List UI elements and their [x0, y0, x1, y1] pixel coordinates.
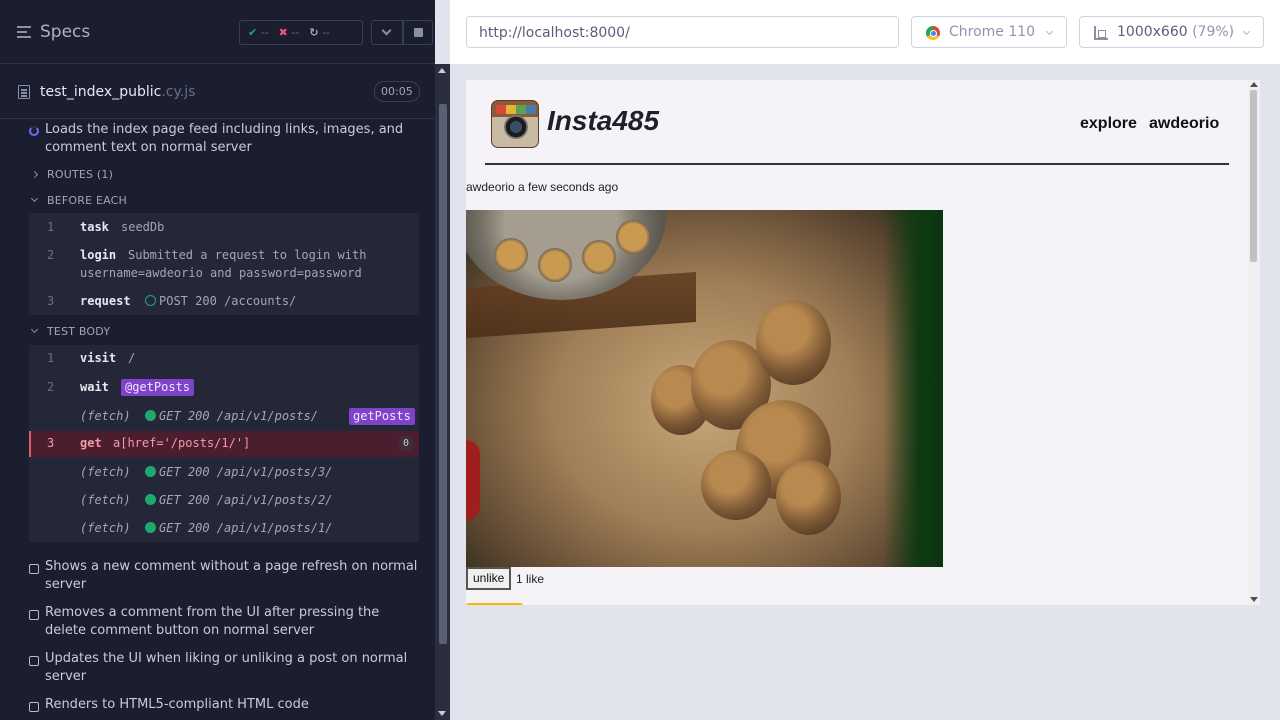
command-get-active[interactable]: 3 get a[href='/posts/1/'] 0 [29, 431, 419, 457]
chevron-down-icon [381, 25, 392, 36]
success-dot-icon [145, 466, 156, 477]
pending-test-title[interactable]: Renders to HTML5-compliant HTML code [45, 696, 420, 714]
like-count: 1 like [516, 572, 545, 586]
chevron-down-icon [1242, 27, 1251, 36]
nav-user-link[interactable]: awdeorio [1149, 115, 1219, 133]
refresh-icon: ↻ [309, 26, 319, 39]
post-meta: awdeorio a few seconds ago [466, 180, 618, 194]
reporter-header: Specs ✔ -- ✖ -- ↻ -- [0, 0, 435, 64]
success-dot-icon [145, 494, 156, 505]
pending-test-icon [29, 656, 39, 666]
pending-test-icon [29, 702, 39, 712]
running-test-title[interactable]: Loads the index page feed including link… [45, 121, 420, 157]
post-owner-link[interactable]: awdeorio [466, 180, 515, 194]
chevron-down-icon [1045, 27, 1054, 36]
app-title[interactable]: Insta485 [547, 105, 659, 137]
failed-stat: ✖ -- [278, 26, 300, 39]
stop-icon [414, 28, 423, 37]
pending-request-icon [145, 295, 156, 306]
stats-bar: ✔ -- ✖ -- ↻ -- [239, 20, 363, 45]
scroll-up-arrow-icon[interactable] [1250, 82, 1258, 87]
alias-badge: getPosts [349, 408, 415, 425]
test-body-toggle[interactable]: TEST BODY [47, 325, 110, 338]
duration-badge: 00:05 [374, 81, 420, 102]
command-wait[interactable]: 2 wait @getPosts [29, 378, 419, 398]
element-count-badge: 0 [398, 436, 413, 451]
stop-button[interactable] [403, 20, 433, 45]
pending-stat: ↻ -- [309, 26, 331, 39]
x-icon: ✖ [278, 26, 288, 39]
post-image [466, 210, 943, 567]
specs-title[interactable]: Specs [40, 22, 90, 42]
command-fetch[interactable]: (fetch) GET 200 /api/v1/posts/1/ [29, 519, 419, 539]
nav-explore-link[interactable]: explore [1080, 115, 1137, 133]
passed-stat: ✔ -- [248, 26, 269, 39]
unlike-button[interactable]: unlike [466, 567, 512, 590]
scroll-down-arrow-icon[interactable] [438, 711, 446, 716]
command-fetch[interactable]: (fetch) GET 200 /api/v1/posts/3/ [29, 463, 419, 483]
url-bar[interactable]: http://localhost:8000/ [466, 16, 899, 48]
browser-selector[interactable]: Chrome 110 [911, 16, 1067, 48]
test-body-commands: 1 visit / 2 wait @getPosts (fetch) GET 2… [29, 345, 419, 542]
command-fetch-posts[interactable]: (fetch) GET 200 /api/v1/posts/ getPosts [29, 407, 419, 427]
viewport-icon [1094, 26, 1108, 40]
next-element-strip [466, 603, 523, 605]
check-icon: ✔ [248, 26, 258, 39]
chevron-right-icon[interactable] [30, 170, 39, 179]
app-scrollbar[interactable] [1248, 80, 1260, 605]
pending-test-icon [29, 610, 39, 620]
pending-test-title[interactable]: Updates the UI when liking or unliking a… [45, 650, 420, 686]
pending-test-title[interactable]: Shows a new comment without a page refre… [45, 558, 420, 594]
alias-badge: @getPosts [121, 379, 195, 396]
success-dot-icon [145, 522, 156, 533]
camera-logo-icon[interactable] [491, 100, 539, 148]
pending-test-icon [29, 564, 39, 574]
document-icon [18, 85, 30, 99]
app-frame: Insta485 explore awdeorio awdeorio a few… [466, 80, 1260, 605]
chevron-down-icon[interactable] [30, 325, 39, 334]
command-request[interactable]: 3 request POST 200 /accounts/ [29, 292, 419, 312]
spec-file-name: test_index_public.cy.js [40, 84, 196, 100]
success-dot-icon [145, 410, 156, 421]
chrome-icon [926, 26, 940, 40]
header-divider [485, 163, 1229, 165]
running-spinner-icon [29, 126, 39, 136]
command-fetch[interactable]: (fetch) GET 200 /api/v1/posts/2/ [29, 491, 419, 511]
aut-header: http://localhost:8000/ Chrome 110 1000x6… [450, 0, 1280, 64]
before-each-toggle[interactable]: BEFORE EACH [47, 194, 127, 207]
routes-toggle[interactable]: ROUTES (1) [47, 168, 113, 181]
chevron-down-icon[interactable] [30, 194, 39, 203]
command-visit[interactable]: 1 visit / [29, 349, 419, 369]
command-login[interactable]: 2 login Submitted a request to login wit… [29, 246, 419, 284]
menu-icon[interactable] [17, 26, 31, 38]
scrollbar-thumb[interactable] [1250, 90, 1257, 262]
pending-test-title[interactable]: Removes a comment from the UI after pres… [45, 604, 420, 640]
command-task[interactable]: 1 task seedDb [29, 218, 419, 238]
before-each-commands: 1 task seedDb 2 login Submitted a reques… [29, 213, 419, 315]
scroll-down-arrow-icon[interactable] [1250, 597, 1258, 602]
scroll-up-arrow-icon[interactable] [438, 68, 446, 73]
reporter-scrollbar[interactable] [435, 64, 450, 720]
reporter-panel: Specs ✔ -- ✖ -- ↻ -- test_index_public.c… [0, 0, 435, 720]
scrollbar-thumb[interactable] [439, 104, 447, 644]
spec-file-header[interactable]: test_index_public.cy.js 00:05 [0, 65, 435, 119]
post-timestamp-link[interactable]: a few seconds ago [518, 180, 618, 194]
collapse-toggle-button[interactable] [371, 20, 403, 45]
viewport-selector[interactable]: 1000x660 (79%) [1079, 16, 1264, 48]
